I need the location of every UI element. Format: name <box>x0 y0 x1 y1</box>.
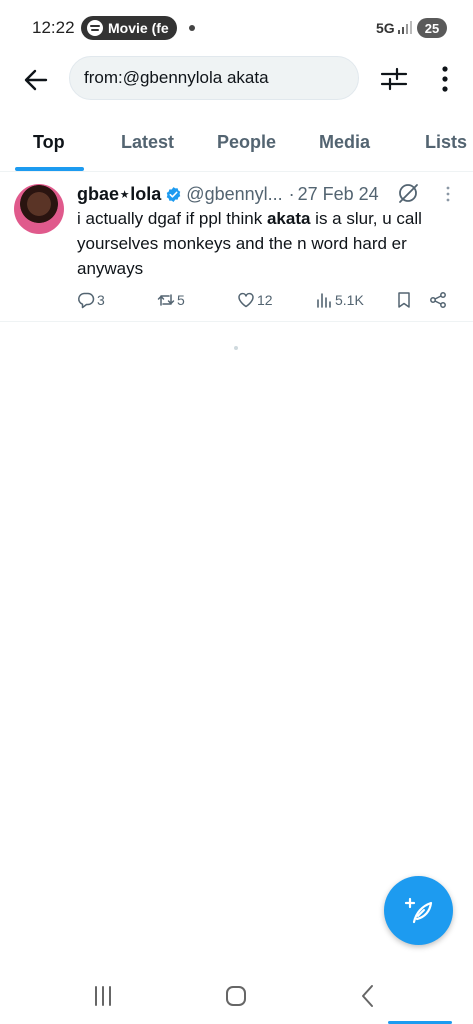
tab-lists[interactable]: Lists <box>425 132 467 153</box>
like-button[interactable]: 12 <box>237 289 273 311</box>
notification-dot <box>189 25 195 31</box>
share-button[interactable] <box>429 289 449 311</box>
tweet-date[interactable]: 27 Feb 24 <box>298 184 379 205</box>
tweet[interactable]: gbae⋆lola @gbennyl... · 27 Feb 24 i actu… <box>0 172 473 322</box>
tweet-text-highlight: akata <box>266 209 311 228</box>
tweet-header: gbae⋆lola @gbennyl... · 27 Feb 24 <box>77 182 417 206</box>
tweet-text: i actually dgaf if ppl think akata is a … <box>77 206 463 281</box>
compose-feather-icon <box>404 897 432 923</box>
spotify-icon <box>87 20 103 36</box>
views-count: 5.1K <box>335 292 364 308</box>
verified-badge-icon <box>167 186 181 202</box>
tweet-actions: 3 5 12 5.1K <box>77 289 457 311</box>
tab-top[interactable]: Top <box>33 132 65 153</box>
compose-post-button[interactable] <box>384 876 453 945</box>
system-back-icon[interactable] <box>354 982 382 1010</box>
reply-icon <box>78 292 95 309</box>
grok-icon[interactable] <box>397 182 419 204</box>
status-time: 12:22 <box>32 18 75 37</box>
reply-count: 3 <box>97 292 105 308</box>
views-button[interactable]: 5.1K <box>315 289 364 311</box>
search-input[interactable]: from:@gbennylola akata <box>69 56 359 100</box>
separator-dot: · <box>288 183 295 204</box>
battery-indicator: 25 <box>417 18 447 38</box>
loading-indicator <box>234 346 238 350</box>
bookmark-button[interactable] <box>395 289 415 311</box>
active-tab-indicator <box>15 167 84 171</box>
media-playing-pill[interactable]: Movie (fe <box>81 16 177 40</box>
system-nav-bar <box>0 970 473 1024</box>
like-count: 12 <box>257 292 273 308</box>
repost-icon <box>157 294 175 306</box>
more-options-icon[interactable] <box>433 65 457 93</box>
tab-people[interactable]: People <box>217 132 276 153</box>
tweet-more-icon[interactable] <box>440 185 456 203</box>
user-handle[interactable]: @gbennyl... <box>186 184 282 205</box>
network-label: 5G <box>376 20 395 36</box>
avatar[interactable] <box>14 184 64 234</box>
repost-button[interactable]: 5 <box>157 289 185 311</box>
search-query-text: from:@gbennylola akata <box>84 68 269 87</box>
signal-icon <box>398 21 412 34</box>
media-pill-label: Movie (fe <box>108 20 169 36</box>
tab-media[interactable]: Media <box>319 132 370 153</box>
search-header: from:@gbennylola akata <box>0 56 473 104</box>
home-icon[interactable] <box>222 982 250 1010</box>
bookmark-icon <box>398 292 410 308</box>
back-arrow-icon[interactable] <box>20 64 52 96</box>
tweet-text-before: i actually dgaf if ppl think <box>77 209 267 228</box>
recent-apps-icon[interactable] <box>89 982 117 1010</box>
tab-latest[interactable]: Latest <box>121 132 174 153</box>
search-tabs: Top Latest People Media Lists <box>0 118 473 172</box>
views-chart-icon <box>317 293 331 308</box>
reply-button[interactable]: 3 <box>77 289 105 311</box>
display-name[interactable]: gbae⋆lola <box>77 184 161 205</box>
status-bar: 12:22 Movie (fe 5G 25 <box>0 0 473 56</box>
heart-icon <box>238 292 254 308</box>
repost-count: 5 <box>177 292 185 308</box>
share-icon <box>430 292 446 308</box>
search-filter-icon[interactable] <box>380 65 408 93</box>
